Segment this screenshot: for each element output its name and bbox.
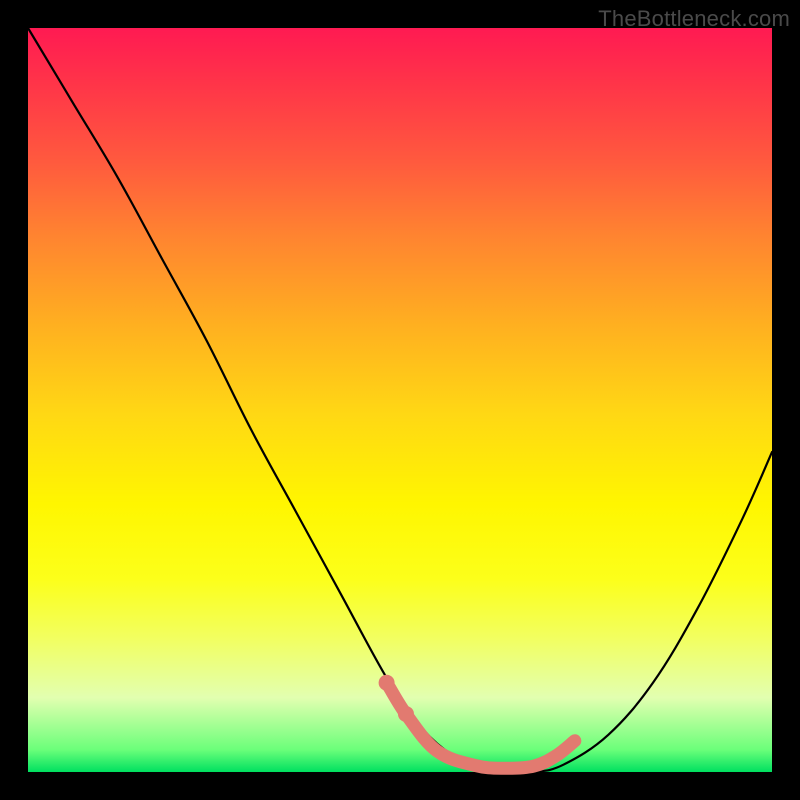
watermark-text: TheBottleneck.com xyxy=(598,6,790,32)
optimal-highlight xyxy=(389,686,575,768)
bottleneck-curve xyxy=(28,28,772,773)
highlight-dot xyxy=(379,675,395,691)
chart-svg xyxy=(28,28,772,772)
chart-area xyxy=(28,28,772,772)
highlight-dot xyxy=(398,706,414,722)
